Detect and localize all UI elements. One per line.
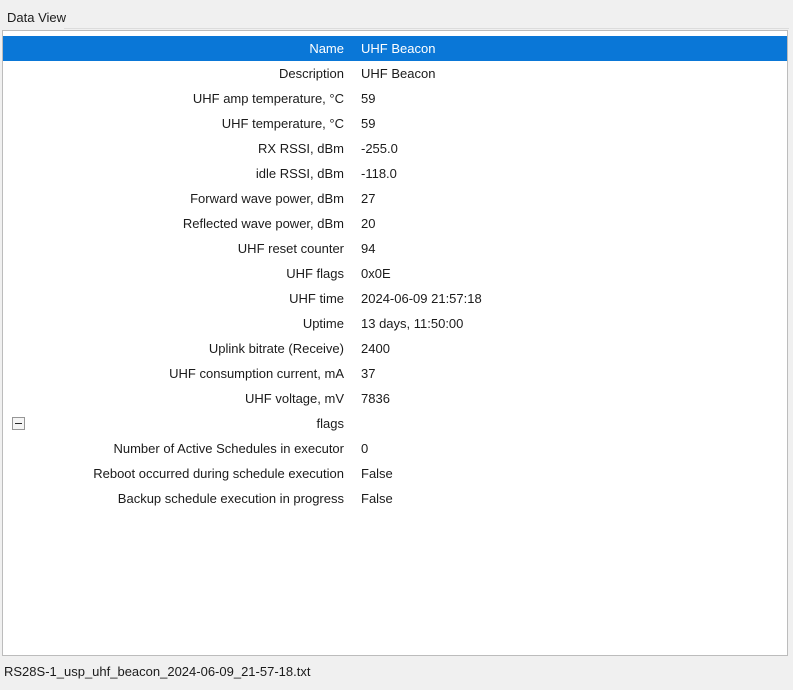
row-value: -255.0 bbox=[361, 141, 787, 156]
table-row[interactable]: RX RSSI, dBm -255.0 bbox=[3, 136, 787, 161]
telemetry-table-rows: Name UHF Beacon Description UHF Beacon U… bbox=[3, 36, 787, 511]
row-label: flags bbox=[3, 416, 344, 431]
row-label: UHF flags bbox=[3, 266, 344, 281]
table-row[interactable]: flags bbox=[3, 411, 787, 436]
row-label: Reflected wave power, dBm bbox=[3, 216, 344, 231]
status-filename: RS28S-1_usp_uhf_beacon_2024-06-09_21-57-… bbox=[4, 664, 310, 679]
table-row[interactable]: Number of Active Schedules in executor 0 bbox=[3, 436, 787, 461]
row-value: UHF Beacon bbox=[361, 41, 787, 56]
row-value: False bbox=[361, 466, 787, 481]
row-value: UHF Beacon bbox=[361, 66, 787, 81]
row-label: RX RSSI, dBm bbox=[3, 141, 344, 156]
row-value: 13 days, 11:50:00 bbox=[361, 316, 787, 331]
row-label: Reboot occurred during schedule executio… bbox=[3, 466, 344, 481]
row-label: UHF reset counter bbox=[3, 241, 344, 256]
row-label: Uptime bbox=[3, 316, 344, 331]
groupbox-title: Data View bbox=[7, 10, 70, 25]
row-label: idle RSSI, dBm bbox=[3, 166, 344, 181]
row-label: Backup schedule execution in progress bbox=[3, 491, 344, 506]
row-label: Forward wave power, dBm bbox=[3, 191, 344, 206]
status-bar: RS28S-1_usp_uhf_beacon_2024-06-09_21-57-… bbox=[0, 656, 793, 690]
table-row[interactable]: Uptime 13 days, 11:50:00 bbox=[3, 311, 787, 336]
table-row[interactable]: UHF voltage, mV 7836 bbox=[3, 386, 787, 411]
row-value: 0 bbox=[361, 441, 787, 456]
row-value: 2400 bbox=[361, 341, 787, 356]
row-label: UHF amp temperature, °C bbox=[3, 91, 344, 106]
row-value: 94 bbox=[361, 241, 787, 256]
telemetry-table: Name UHF Beacon Description UHF Beacon U… bbox=[2, 30, 788, 656]
row-value: 2024-06-09 21:57:18 bbox=[361, 291, 787, 306]
table-row[interactable]: Reboot occurred during schedule executio… bbox=[3, 461, 787, 486]
table-row[interactable]: UHF time 2024-06-09 21:57:18 bbox=[3, 286, 787, 311]
groupbox-border bbox=[64, 28, 789, 29]
row-label: UHF temperature, °C bbox=[3, 116, 344, 131]
table-row[interactable]: UHF temperature, °C 59 bbox=[3, 111, 787, 136]
row-value: -118.0 bbox=[361, 166, 787, 181]
row-value: 20 bbox=[361, 216, 787, 231]
table-row[interactable]: Uplink bitrate (Receive) 2400 bbox=[3, 336, 787, 361]
table-row[interactable]: UHF reset counter 94 bbox=[3, 236, 787, 261]
row-value: 59 bbox=[361, 116, 787, 131]
row-value: 0x0E bbox=[361, 266, 787, 281]
collapse-icon[interactable] bbox=[12, 417, 25, 430]
row-label: Number of Active Schedules in executor bbox=[3, 441, 344, 456]
row-label: Description bbox=[3, 66, 344, 81]
table-row[interactable]: UHF consumption current, mA 37 bbox=[3, 361, 787, 386]
table-row[interactable]: Forward wave power, dBm 27 bbox=[3, 186, 787, 211]
row-label: Name bbox=[3, 41, 344, 56]
table-row[interactable]: UHF flags 0x0E bbox=[3, 261, 787, 286]
row-label: Uplink bitrate (Receive) bbox=[3, 341, 344, 356]
row-value: 27 bbox=[361, 191, 787, 206]
row-value: 7836 bbox=[361, 391, 787, 406]
row-label: UHF voltage, mV bbox=[3, 391, 344, 406]
row-value: False bbox=[361, 491, 787, 506]
data-view-panel: Data View Name UHF Beacon Description UH… bbox=[0, 0, 793, 690]
row-label: UHF consumption current, mA bbox=[3, 366, 344, 381]
row-value: 37 bbox=[361, 366, 787, 381]
table-row[interactable]: idle RSSI, dBm -118.0 bbox=[3, 161, 787, 186]
table-row[interactable]: Name UHF Beacon bbox=[3, 36, 787, 61]
table-row[interactable]: Reflected wave power, dBm 20 bbox=[3, 211, 787, 236]
table-row[interactable]: UHF amp temperature, °C 59 bbox=[3, 86, 787, 111]
table-row[interactable]: Backup schedule execution in progress Fa… bbox=[3, 486, 787, 511]
table-row[interactable]: Description UHF Beacon bbox=[3, 61, 787, 86]
row-value: 59 bbox=[361, 91, 787, 106]
row-label: UHF time bbox=[3, 291, 344, 306]
